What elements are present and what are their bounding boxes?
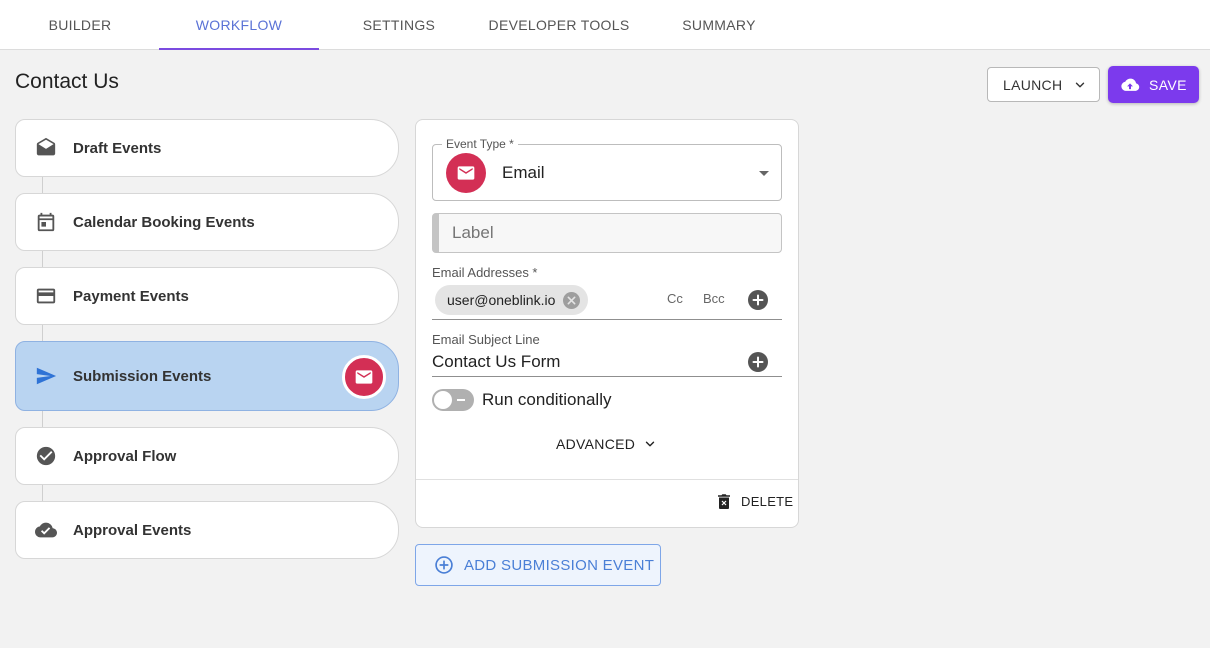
chevron-down-icon <box>1075 82 1085 88</box>
save-button[interactable]: SAVE <box>1108 66 1199 103</box>
credit-card-icon <box>34 284 58 308</box>
advanced-button[interactable]: ADVANCED <box>556 436 657 452</box>
save-button-label: SAVE <box>1149 76 1187 93</box>
top-tab-bar: BUILDER WORKFLOW SETTINGS DEVELOPER TOOL… <box>0 0 1210 50</box>
event-card-draft[interactable]: Draft Events <box>15 119 399 177</box>
event-card-approval-events[interactable]: Approval Events <box>15 501 399 559</box>
tab-developer-tools[interactable]: DEVELOPER TOOLS <box>479 0 639 49</box>
advanced-label: ADVANCED <box>556 436 636 452</box>
add-circle-icon <box>435 556 453 574</box>
event-card-calendar-booking[interactable]: Calendar Booking Events <box>15 193 399 251</box>
email-addresses-label: Email Addresses * <box>432 265 538 280</box>
event-card-label: Approval Events <box>73 521 192 539</box>
add-submission-event-label: ADD SUBMISSION EVENT <box>464 556 655 574</box>
event-card-label: Calendar Booking Events <box>73 213 255 231</box>
envelope-open-icon <box>34 136 58 160</box>
event-card-payment[interactable]: Payment Events <box>15 267 399 325</box>
add-subject-element-icon[interactable] <box>748 352 768 372</box>
event-card-submission[interactable]: Submission Events <box>15 341 399 411</box>
toggle-knob <box>434 391 452 409</box>
email-chip-label: user@oneblink.io <box>447 292 556 308</box>
event-card-approval-flow[interactable]: Approval Flow <box>15 427 399 485</box>
tab-workflow[interactable]: WORKFLOW <box>159 0 319 50</box>
label-input[interactable] <box>432 213 782 253</box>
cloud-upload-icon <box>1121 78 1140 91</box>
tab-summary[interactable]: SUMMARY <box>639 0 799 49</box>
run-conditionally-toggle[interactable] <box>432 389 474 411</box>
email-subject-input[interactable]: Contact Us Form <box>432 352 560 372</box>
panel-divider <box>416 479 798 480</box>
email-subject-label: Email Subject Line <box>432 332 540 347</box>
trash-icon <box>718 494 730 509</box>
event-config-panel: Email Event Type * Email Addresses * use… <box>415 119 799 528</box>
delete-button[interactable]: DELETE <box>718 494 793 509</box>
bcc-toggle[interactable]: Bcc <box>703 291 725 306</box>
email-icon <box>457 166 475 180</box>
event-type-legend: Event Type * <box>442 137 518 151</box>
cloud-check-icon <box>34 518 58 542</box>
event-card-label: Draft Events <box>73 139 162 157</box>
run-conditionally-label: Run conditionally <box>482 390 612 409</box>
email-addresses-underline <box>432 319 782 320</box>
event-card-label: Submission Events <box>73 367 212 385</box>
close-icon[interactable] <box>563 291 581 309</box>
event-type-select[interactable]: Email <box>432 144 782 201</box>
email-icon <box>355 370 373 384</box>
email-subject-underline <box>432 376 782 377</box>
email-chip[interactable]: user@oneblink.io <box>435 285 589 315</box>
email-avatar <box>446 153 486 193</box>
send-icon <box>34 364 58 388</box>
toggle-off-dash <box>457 399 465 401</box>
event-card-label: Payment Events <box>73 287 189 305</box>
chevron-down-icon <box>645 441 655 447</box>
cc-toggle[interactable]: Cc <box>667 291 683 306</box>
email-event-badge[interactable] <box>342 355 386 399</box>
calendar-icon <box>34 210 58 234</box>
event-card-label: Approval Flow <box>73 447 177 465</box>
event-type-value: Email <box>502 163 545 182</box>
tab-settings[interactable]: SETTINGS <box>319 0 479 49</box>
add-email-icon[interactable] <box>748 290 768 310</box>
check-circle-icon <box>34 444 58 468</box>
launch-button-label: LAUNCH <box>1003 76 1063 93</box>
delete-label: DELETE <box>741 494 794 509</box>
tab-builder[interactable]: BUILDER <box>0 0 160 49</box>
caret-down-icon <box>759 171 769 176</box>
add-submission-event-button[interactable]: ADD SUBMISSION EVENT <box>415 544 661 586</box>
launch-button[interactable]: LAUNCH <box>987 67 1100 102</box>
page-title: Contact Us <box>15 70 119 93</box>
